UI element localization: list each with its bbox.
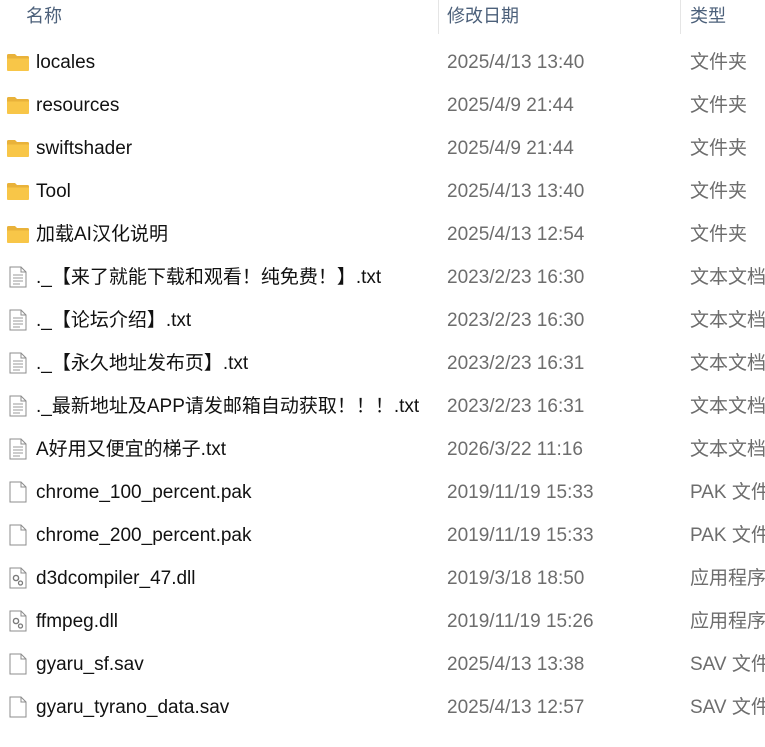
file-row[interactable]: ._【来了就能下载和观看！纯免费！】.txt 2023/2/23 16:30 文本文… bbox=[0, 256, 765, 299]
folder-icon bbox=[6, 180, 30, 202]
blank-file-icon bbox=[6, 481, 30, 503]
blank-file-icon bbox=[6, 524, 30, 546]
file-row[interactable]: chrome_200_percent.pak 2019/11/19 15:33 PA… bbox=[0, 514, 765, 557]
dll-file-icon bbox=[6, 610, 30, 632]
dll-file-icon bbox=[6, 567, 30, 589]
modified-date: 2023/2/23 16:30 bbox=[447, 267, 585, 288]
file-row[interactable]: d3dcompiler_47.dll 2019/3/18 18:50 应用程序扩 bbox=[0, 557, 765, 600]
folder-icon bbox=[6, 223, 30, 245]
file-row[interactable]: swiftshader 2025/4/9 21:44 文件夹 bbox=[0, 127, 765, 170]
file-type: 应用程序扩 bbox=[690, 611, 765, 632]
file-type: 文件夹 bbox=[690, 138, 748, 159]
file-name[interactable]: A好用又便宜的梯子.txt bbox=[36, 428, 226, 471]
text-file-icon bbox=[6, 309, 30, 331]
file-type: 文件夹 bbox=[690, 224, 748, 245]
file-row[interactable]: Tool 2025/4/13 13:40 文件夹 bbox=[0, 170, 765, 213]
modified-date: 2025/4/13 13:40 bbox=[447, 181, 585, 202]
file-row[interactable]: ._最新地址及APP请发邮箱自动获取！！！.txt 2023/2/23 16:31… bbox=[0, 385, 765, 428]
file-name[interactable]: chrome_200_percent.pak bbox=[36, 514, 251, 557]
file-name[interactable]: resources bbox=[36, 84, 119, 127]
file-type: 文件夹 bbox=[690, 52, 748, 73]
modified-date: 2025/4/9 21:44 bbox=[447, 95, 574, 116]
file-row[interactable]: chrome_100_percent.pak 2019/11/19 15:33 PA… bbox=[0, 471, 765, 514]
modified-date: 2019/11/19 15:33 bbox=[447, 482, 594, 503]
text-file-icon bbox=[6, 266, 30, 288]
file-row[interactable]: resources 2025/4/9 21:44 文件夹 bbox=[0, 84, 765, 127]
file-type: 文本文档 bbox=[690, 310, 765, 331]
modified-date: 2023/2/23 16:30 bbox=[447, 310, 585, 331]
modified-date: 2023/2/23 16:31 bbox=[447, 353, 585, 374]
column-header-bar: ^ 名称 修改日期 类型 bbox=[0, 0, 765, 34]
file-name[interactable]: swiftshader bbox=[36, 127, 132, 170]
column-divider[interactable] bbox=[438, 0, 439, 34]
file-row[interactable]: 加载AI汉化说明 2025/4/13 12:54 文件夹 bbox=[0, 213, 765, 256]
file-type: 应用程序扩 bbox=[690, 568, 765, 589]
file-name[interactable]: d3dcompiler_47.dll bbox=[36, 557, 196, 600]
modified-date: 2025/4/9 21:44 bbox=[447, 138, 574, 159]
column-header-name[interactable]: 名称 bbox=[26, 0, 62, 34]
file-type: 文本文档 bbox=[690, 396, 765, 417]
partial-next-row bbox=[0, 741, 765, 747]
column-header-date[interactable]: 修改日期 bbox=[447, 0, 519, 34]
folder-icon bbox=[6, 94, 30, 116]
file-row[interactable]: locales 2025/4/13 13:40 文件夹 bbox=[0, 41, 765, 84]
file-name[interactable]: ._最新地址及APP请发邮箱自动获取！！！.txt bbox=[36, 385, 419, 428]
modified-date: 2023/2/23 16:31 bbox=[447, 396, 585, 417]
modified-date: 2026/3/22 11:16 bbox=[447, 439, 583, 460]
file-type: SAV 文件 bbox=[690, 697, 765, 718]
folder-icon bbox=[6, 137, 30, 159]
file-name[interactable]: ffmpeg.dll bbox=[36, 600, 118, 643]
text-file-icon bbox=[6, 438, 30, 460]
column-header-type[interactable]: 类型 bbox=[690, 0, 726, 34]
file-type: 文本文档 bbox=[690, 353, 765, 374]
file-name[interactable]: ._【来了就能下载和观看！纯免费！】.txt bbox=[36, 256, 381, 299]
modified-date: 2019/11/19 15:26 bbox=[447, 611, 594, 632]
file-type: PAK 文件 bbox=[690, 482, 765, 503]
folder-icon bbox=[6, 51, 30, 73]
modified-date: 2025/4/13 12:57 bbox=[447, 697, 585, 718]
file-name[interactable]: gyaru_sf.sav bbox=[36, 643, 144, 686]
file-name[interactable]: Tool bbox=[36, 170, 71, 213]
modified-date: 2019/11/19 15:33 bbox=[447, 525, 594, 546]
modified-date: 2025/4/13 12:54 bbox=[447, 224, 585, 245]
file-type: PAK 文件 bbox=[690, 525, 765, 546]
file-type: 文件夹 bbox=[690, 95, 748, 116]
file-row[interactable]: ._【论坛介绍】.txt 2023/2/23 16:30 文本文档 bbox=[0, 299, 765, 342]
modified-date: 2019/3/18 18:50 bbox=[447, 568, 585, 589]
file-type: SAV 文件 bbox=[690, 654, 765, 675]
file-name[interactable]: 加载AI汉化说明 bbox=[36, 213, 168, 256]
blank-file-icon bbox=[6, 653, 30, 675]
file-type: 文本文档 bbox=[690, 439, 765, 460]
file-list: locales 2025/4/13 13:40 文件夹 resources 2025/4… bbox=[0, 41, 765, 729]
file-row[interactable]: gyaru_tyrano_data.sav 2025/4/13 12:57 SAV … bbox=[0, 686, 765, 729]
file-name[interactable]: chrome_100_percent.pak bbox=[36, 471, 251, 514]
blank-file-icon bbox=[6, 696, 30, 718]
text-file-icon bbox=[6, 352, 30, 374]
column-divider[interactable] bbox=[680, 0, 681, 34]
file-row[interactable]: gyaru_sf.sav 2025/4/13 13:38 SAV 文件 bbox=[0, 643, 765, 686]
modified-date: 2025/4/13 13:38 bbox=[447, 654, 585, 675]
modified-date: 2025/4/13 13:40 bbox=[447, 52, 585, 73]
file-name[interactable]: locales bbox=[36, 41, 95, 84]
file-row[interactable]: ffmpeg.dll 2019/11/19 15:26 应用程序扩 bbox=[0, 600, 765, 643]
file-name[interactable]: gyaru_tyrano_data.sav bbox=[36, 686, 229, 729]
file-row[interactable]: A好用又便宜的梯子.txt 2026/3/22 11:16 文本文档 bbox=[0, 428, 765, 471]
text-file-icon bbox=[6, 395, 30, 417]
file-name[interactable]: ._【论坛介绍】.txt bbox=[36, 299, 191, 342]
file-type: 文件夹 bbox=[690, 181, 748, 202]
sort-ascending-icon: ^ bbox=[222, 0, 227, 4]
file-row[interactable]: ._【永久地址发布页】.txt 2023/2/23 16:31 文本文档 bbox=[0, 342, 765, 385]
file-type: 文本文档 bbox=[690, 267, 765, 288]
file-name[interactable]: ._【永久地址发布页】.txt bbox=[36, 342, 248, 385]
